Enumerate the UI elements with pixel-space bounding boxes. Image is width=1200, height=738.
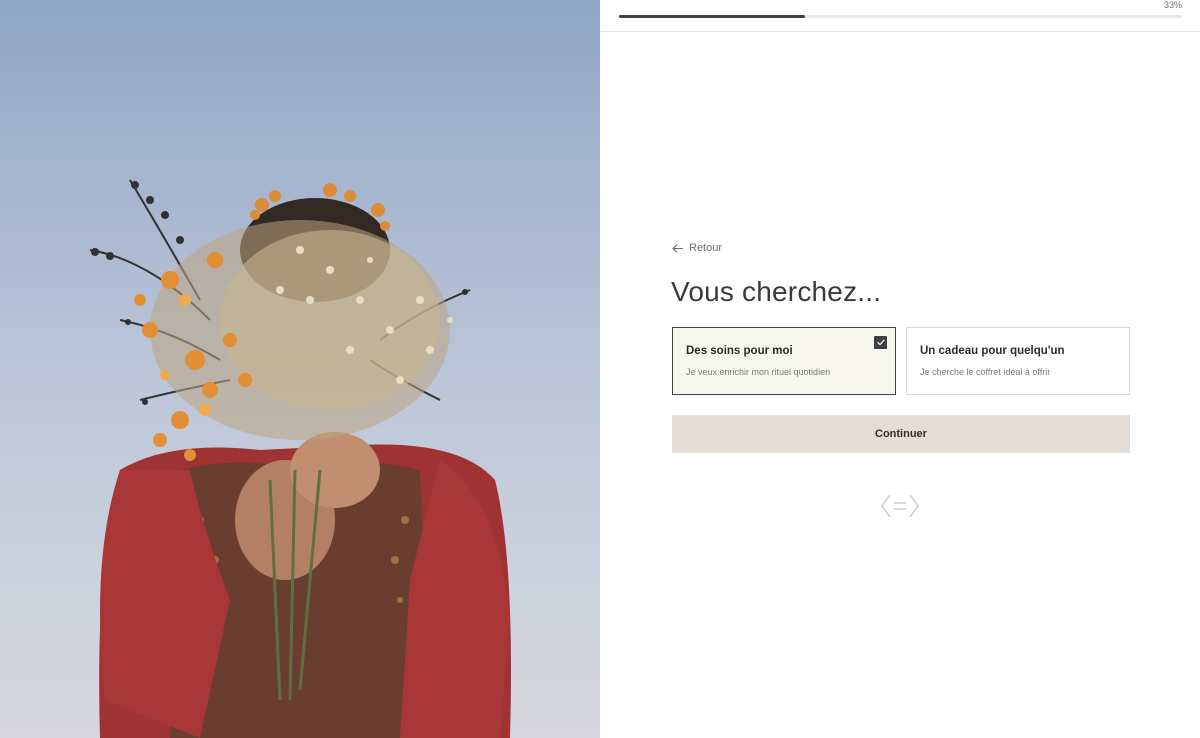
option-title: Un cadeau pour quelqu'un [920,345,1065,357]
quiz-panel: 33% Retour Vous cherchez... Des soins po… [600,0,1200,738]
option-title: Des soins pour moi [686,345,793,357]
checkmark-icon [874,336,887,349]
brand-logo-icon [881,494,919,518]
progress-fill [619,15,805,18]
option-gift[interactable]: Un cadeau pour quelqu'un Je cherche le c… [906,327,1130,395]
progress-header: 33% [600,0,1200,32]
option-group: Des soins pour moi Je veux enrichir mon … [672,327,1130,395]
option-subtitle: Je veux enrichir mon rituel quotidien [686,367,831,377]
continue-button[interactable]: Continuer [672,415,1130,453]
option-subtitle: Je cherche le coffret idéal à offrir [920,367,1051,377]
progress-percentage: 33% [1163,0,1182,10]
progress-bar [619,15,1182,18]
option-self-care[interactable]: Des soins pour moi Je veux enrichir mon … [672,327,896,395]
back-link[interactable]: Retour [672,242,722,254]
question-title: Vous cherchez... [671,276,882,307]
hero-illustration [0,0,600,738]
back-label: Retour [689,242,723,254]
arrow-left-icon [672,243,683,253]
hero-photo [0,0,600,738]
